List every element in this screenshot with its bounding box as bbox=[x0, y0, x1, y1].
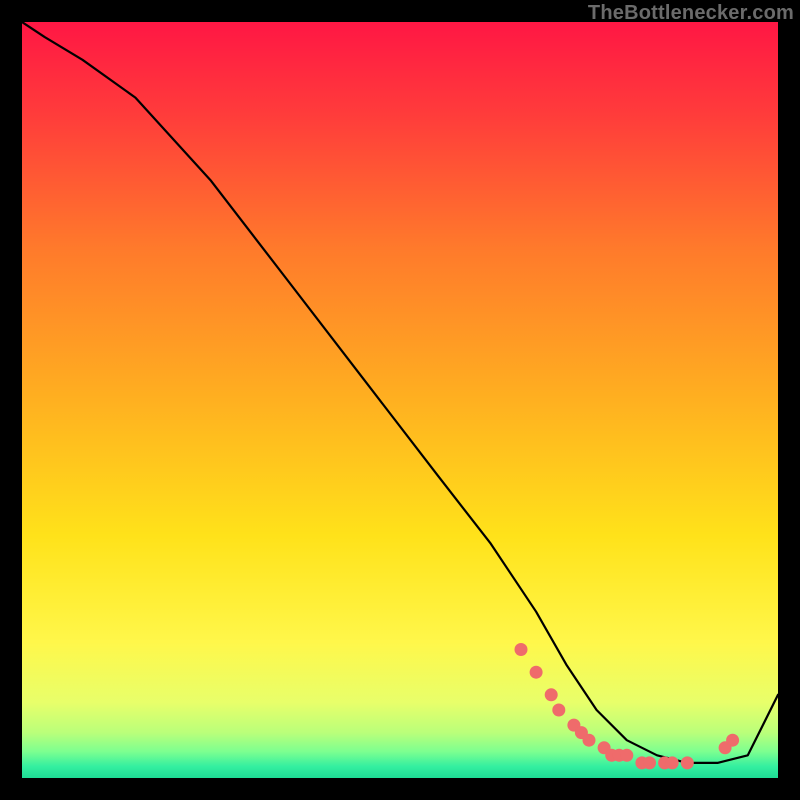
marker-point bbox=[583, 734, 596, 747]
marker-point bbox=[643, 756, 656, 769]
marker-point bbox=[530, 666, 543, 679]
marker-point bbox=[620, 749, 633, 762]
plot-area bbox=[22, 22, 778, 778]
gradient-background bbox=[22, 22, 778, 778]
marker-point bbox=[681, 756, 694, 769]
attribution-text: TheBottlenecker.com bbox=[588, 2, 794, 25]
marker-point bbox=[726, 734, 739, 747]
marker-point bbox=[552, 704, 565, 717]
marker-point bbox=[666, 756, 679, 769]
marker-point bbox=[545, 688, 558, 701]
marker-point bbox=[515, 643, 528, 656]
chart-frame: TheBottlenecker.com bbox=[0, 0, 800, 800]
chart-canvas bbox=[22, 22, 778, 778]
